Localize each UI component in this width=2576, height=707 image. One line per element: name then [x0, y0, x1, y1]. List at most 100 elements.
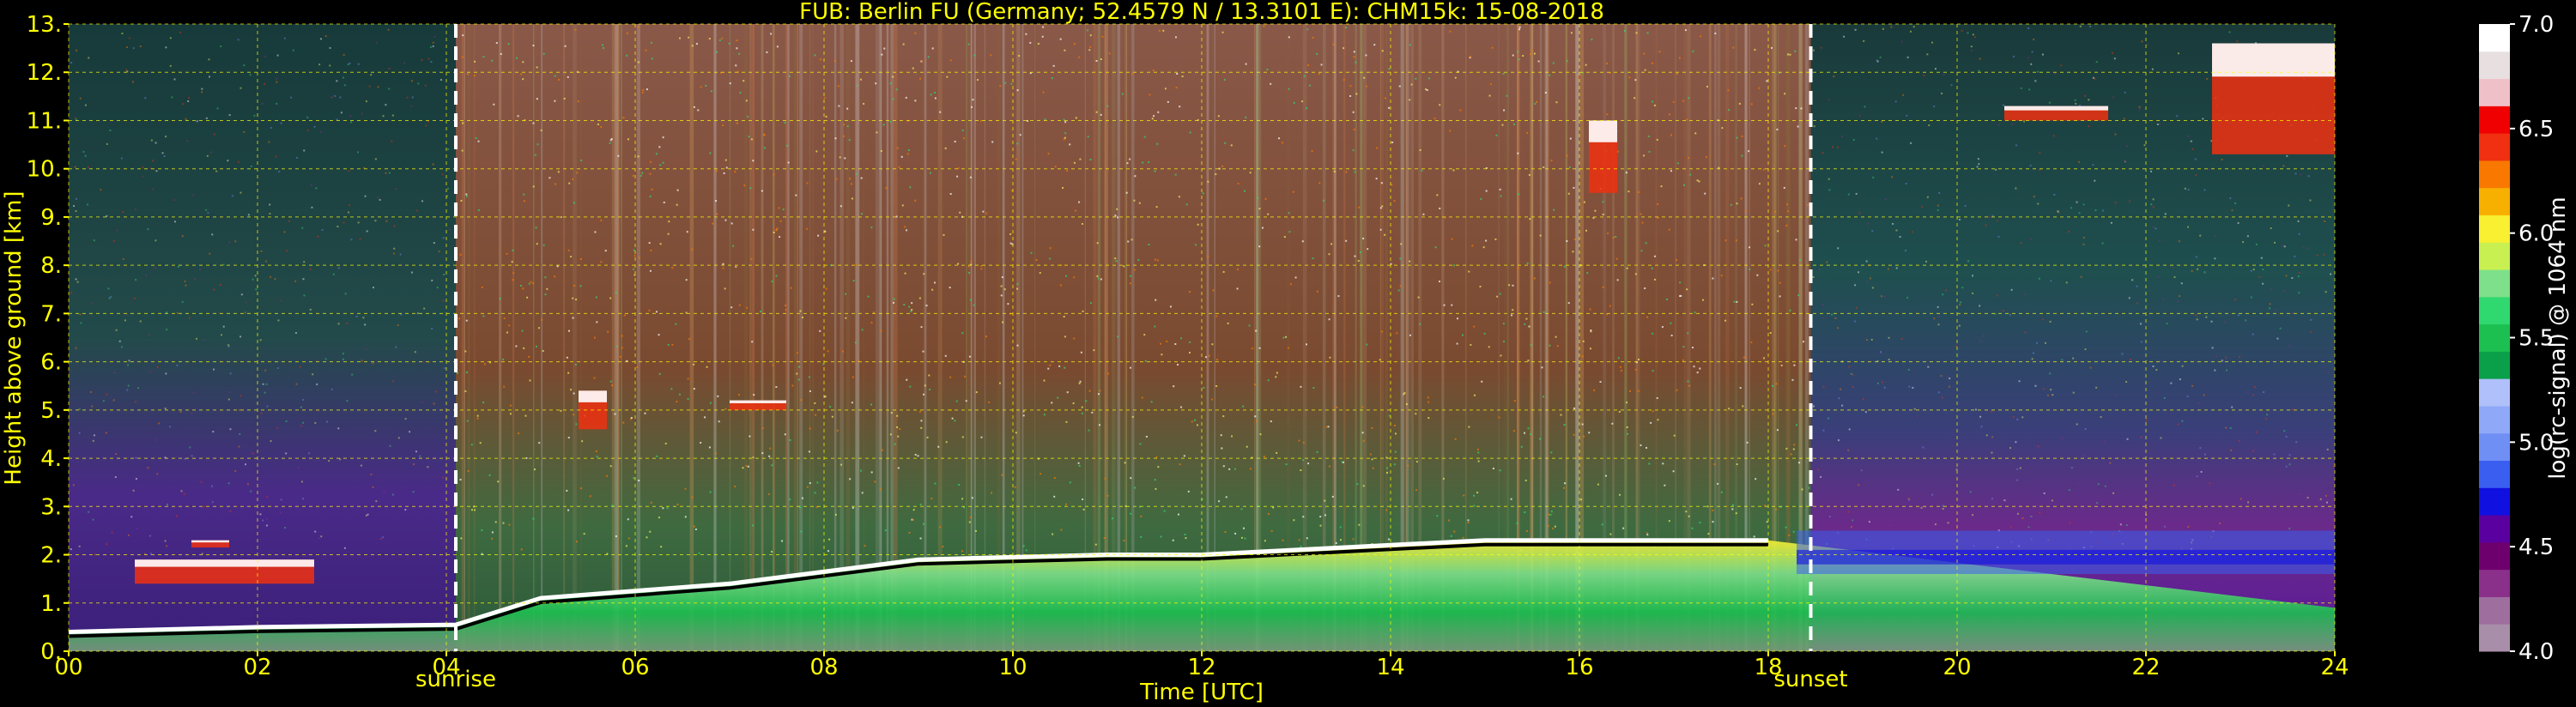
- noise-speck: [325, 420, 328, 423]
- noise-speck: [72, 484, 75, 486]
- noise-speck: [1385, 471, 1388, 474]
- noise-speck: [374, 430, 377, 432]
- noise-speck: [581, 440, 584, 443]
- noise-speck: [1448, 519, 1451, 522]
- noise-speck: [503, 385, 506, 388]
- noise-speck: [1564, 482, 1567, 485]
- noise-speck: [169, 37, 172, 39]
- noise-speck: [736, 39, 738, 42]
- noise-speck: [494, 521, 497, 523]
- noise-speck: [2163, 397, 2166, 400]
- noise-speck: [763, 134, 766, 136]
- noise-speck: [2325, 501, 2328, 504]
- noise-speck: [671, 343, 674, 346]
- noise-speck: [1016, 89, 1019, 92]
- noise-speck: [1661, 326, 1664, 329]
- noise-speck: [649, 172, 652, 175]
- noise-speck: [391, 114, 394, 117]
- noise-speck: [1276, 451, 1278, 454]
- noise-speck: [637, 26, 639, 28]
- noise-speck: [1717, 482, 1719, 485]
- noise-speck: [1419, 148, 1421, 151]
- noise-speck: [1078, 201, 1081, 203]
- noise-speck: [577, 100, 579, 103]
- noise-speck: [2053, 193, 2056, 196]
- noise-speck: [1682, 184, 1685, 186]
- noise-speck: [1051, 402, 1053, 404]
- noise-speck: [2255, 243, 2258, 245]
- noise-speck: [1967, 32, 1969, 34]
- noise-speck: [2299, 173, 2301, 176]
- signal-streak: [797, 24, 799, 651]
- colorbar-band: [2479, 596, 2510, 625]
- noise-speck: [1352, 538, 1355, 541]
- noise-speck: [337, 323, 340, 325]
- noise-speck: [1224, 530, 1227, 533]
- noise-speck: [601, 44, 603, 46]
- noise-speck: [1467, 522, 1470, 524]
- y-tick-label: 8.: [40, 253, 62, 279]
- noise-speck: [1907, 498, 1910, 500]
- noise-speck: [1554, 525, 1556, 528]
- noise-speck: [1300, 385, 1302, 388]
- noise-speck: [1702, 299, 1705, 301]
- noise-speck: [406, 96, 409, 99]
- noise-speck: [1616, 150, 1619, 153]
- noise-speck: [1969, 491, 1972, 493]
- noise-speck: [1080, 351, 1082, 354]
- noise-speck: [2297, 275, 2300, 278]
- noise-speck: [734, 486, 736, 488]
- noise-speck: [560, 216, 562, 219]
- noise-speck: [1106, 105, 1109, 107]
- noise-speck: [1439, 207, 1441, 209]
- noise-speck: [309, 268, 312, 270]
- noise-speck: [1512, 54, 1514, 57]
- noise-speck: [1646, 534, 1649, 536]
- noise-speck: [1133, 269, 1136, 271]
- y-axis-ticks: 0.1.2.3.4.5.6.7.8.9.10.11.12.13.: [27, 12, 69, 665]
- signal-streak: [886, 24, 889, 651]
- noise-speck: [1837, 327, 1840, 329]
- signal-streak: [894, 24, 898, 651]
- noise-speck: [302, 498, 305, 500]
- noise-speck: [1462, 536, 1464, 539]
- noise-speck: [1880, 351, 1882, 354]
- noise-speck: [708, 446, 711, 449]
- noise-speck: [1871, 287, 1874, 289]
- noise-speck: [283, 527, 286, 529]
- noise-speck: [2030, 63, 2033, 65]
- colorbar-band: [2479, 432, 2510, 462]
- noise-speck: [1391, 141, 1394, 143]
- noise-speck: [736, 47, 738, 50]
- noise-speck: [1352, 149, 1355, 152]
- noise-speck: [1134, 175, 1136, 178]
- noise-speck: [560, 409, 562, 412]
- noise-speck: [2020, 242, 2022, 245]
- noise-speck: [1972, 514, 1974, 517]
- noise-speck: [2184, 187, 2186, 190]
- noise-speck: [1188, 291, 1191, 293]
- noise-speck: [1391, 184, 1393, 186]
- noise-speck: [2103, 441, 2106, 444]
- noise-speck: [2196, 475, 2198, 478]
- noise-speck: [1820, 46, 1822, 49]
- noise-speck: [121, 32, 124, 34]
- noise-speck: [391, 140, 393, 142]
- noise-speck: [314, 530, 317, 533]
- noise-speck: [2003, 310, 2005, 312]
- noise-speck: [329, 64, 331, 67]
- noise-speck: [393, 252, 396, 255]
- noise-speck: [388, 67, 391, 69]
- noise-speck: [1818, 269, 1821, 271]
- noise-speck: [973, 304, 975, 306]
- noise-speck: [889, 433, 892, 436]
- noise-speck: [2319, 498, 2322, 500]
- noise-speck: [671, 266, 674, 269]
- noise-speck: [421, 200, 424, 202]
- x-tick-label: 24: [2320, 655, 2349, 680]
- noise-speck: [270, 126, 272, 129]
- noise-speck: [1644, 69, 1646, 71]
- noise-speck: [668, 221, 670, 223]
- noise-speck: [2206, 77, 2209, 80]
- noise-speck: [1134, 486, 1136, 489]
